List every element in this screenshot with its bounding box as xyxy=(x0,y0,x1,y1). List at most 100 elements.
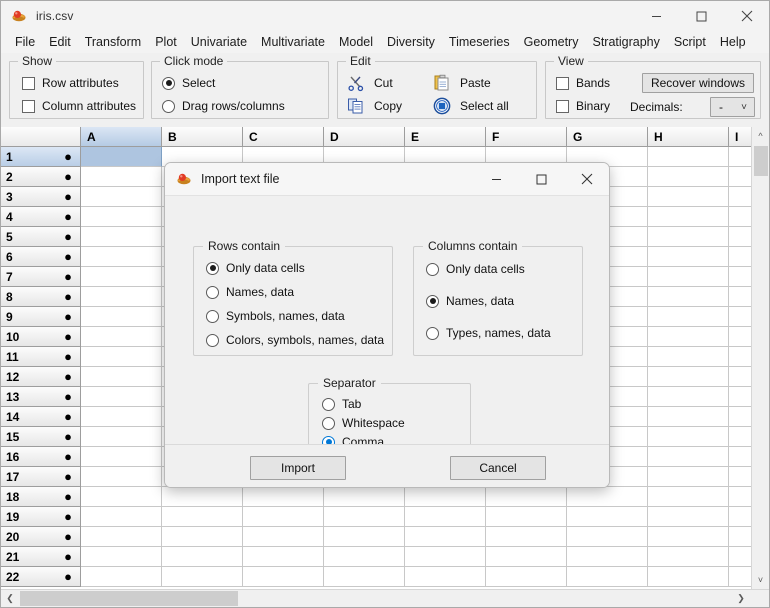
radio-icon[interactable] xyxy=(206,309,219,323)
menu-model[interactable]: Model xyxy=(332,33,380,51)
menu-edit[interactable]: Edit xyxy=(42,33,78,51)
grid-cell[interactable] xyxy=(81,347,162,367)
grid-cell[interactable] xyxy=(162,547,243,567)
grid-cell[interactable] xyxy=(729,287,751,307)
table-row[interactable]: 22 ● xyxy=(1,567,751,587)
grid-cell[interactable] xyxy=(648,547,729,567)
grid-cell[interactable] xyxy=(243,527,324,547)
vertical-scrollbar[interactable]: ^ ˅ xyxy=(751,127,769,589)
grid-cell[interactable] xyxy=(81,547,162,567)
menu-univariate[interactable]: Univariate xyxy=(184,33,254,51)
grid-cell[interactable] xyxy=(162,567,243,587)
import-button[interactable]: Import xyxy=(250,456,346,480)
row-header[interactable]: 11 ● xyxy=(1,347,81,367)
column-header-h[interactable]: H xyxy=(648,127,729,147)
grid-cell[interactable] xyxy=(567,487,648,507)
grid-cell[interactable] xyxy=(486,487,567,507)
vertical-scroll-thumb[interactable] xyxy=(753,146,768,176)
row-header[interactable]: 8 ● xyxy=(1,287,81,307)
row-header[interactable]: 13 ● xyxy=(1,387,81,407)
radio-icon[interactable] xyxy=(206,285,219,299)
grid-cell[interactable] xyxy=(648,347,729,367)
grid-cell[interactable] xyxy=(648,367,729,387)
grid-cell[interactable] xyxy=(729,367,751,387)
grid-cell[interactable] xyxy=(648,267,729,287)
radio-icon[interactable] xyxy=(426,326,439,340)
grid-cell[interactable] xyxy=(729,227,751,247)
menu-diversity[interactable]: Diversity xyxy=(380,33,442,51)
menu-multivariate[interactable]: Multivariate xyxy=(254,33,332,51)
minimize-icon[interactable] xyxy=(474,163,519,195)
radio-icon[interactable] xyxy=(206,261,219,275)
recover-windows-button[interactable]: Recover windows xyxy=(642,73,754,93)
button-copy[interactable]: Copy xyxy=(347,97,402,115)
grid-cell[interactable] xyxy=(729,487,751,507)
radio-rows-symbols-names-data[interactable]: Symbols, names, data xyxy=(206,309,345,323)
grid-cell[interactable] xyxy=(648,467,729,487)
grid-cell[interactable] xyxy=(648,207,729,227)
checkbox-binary[interactable]: Binary xyxy=(556,99,610,113)
grid-cell[interactable] xyxy=(81,267,162,287)
radio-rows-only-data-cells[interactable]: Only data cells xyxy=(206,261,305,275)
decimals-dropdown[interactable]: - ˅ xyxy=(710,97,755,117)
table-row[interactable]: 19 ● xyxy=(1,507,751,527)
grid-cell[interactable] xyxy=(729,527,751,547)
row-header[interactable]: 6 ● xyxy=(1,247,81,267)
menu-stratigraphy[interactable]: Stratigraphy xyxy=(585,33,666,51)
grid-cell[interactable] xyxy=(648,327,729,347)
grid-cell[interactable] xyxy=(81,207,162,227)
grid-cell[interactable] xyxy=(81,247,162,267)
radio-icon[interactable] xyxy=(426,262,439,276)
row-header[interactable]: 10 ● xyxy=(1,327,81,347)
grid-cell[interactable] xyxy=(81,167,162,187)
checkbox-icon[interactable] xyxy=(22,99,35,113)
maximize-icon[interactable] xyxy=(519,163,564,195)
grid-cell[interactable] xyxy=(405,507,486,527)
horizontal-scroll-thumb[interactable] xyxy=(20,591,238,606)
menu-script[interactable]: Script xyxy=(667,33,713,51)
horizontal-scrollbar[interactable]: ❮ ❯ xyxy=(1,589,769,607)
grid-cell[interactable] xyxy=(648,167,729,187)
row-header[interactable]: 20 ● xyxy=(1,527,81,547)
grid-cell[interactable] xyxy=(324,567,405,587)
grid-cell[interactable] xyxy=(81,367,162,387)
grid-cell[interactable] xyxy=(81,387,162,407)
grid-cell[interactable] xyxy=(648,227,729,247)
grid-cell[interactable] xyxy=(648,447,729,467)
row-header[interactable]: 19 ● xyxy=(1,507,81,527)
row-header[interactable]: 12 ● xyxy=(1,367,81,387)
grid-cell[interactable] xyxy=(324,527,405,547)
radio-rows-colors-symbols-names-data[interactable]: Colors, symbols, names, data xyxy=(206,333,384,347)
grid-cell[interactable] xyxy=(729,467,751,487)
grid-cell[interactable] xyxy=(243,547,324,567)
menu-file[interactable]: File xyxy=(8,33,42,51)
checkbox-icon[interactable] xyxy=(556,76,569,90)
grid-cell[interactable] xyxy=(729,567,751,587)
grid-cell[interactable] xyxy=(729,347,751,367)
grid-cell[interactable] xyxy=(729,387,751,407)
grid-cell[interactable] xyxy=(729,167,751,187)
radio-icon[interactable] xyxy=(162,99,175,113)
menu-transform[interactable]: Transform xyxy=(78,33,149,51)
column-header-d[interactable]: D xyxy=(324,127,405,147)
scroll-up-icon[interactable]: ^ xyxy=(752,127,770,145)
grid-cell[interactable] xyxy=(648,187,729,207)
grid-corner-cell[interactable] xyxy=(1,127,81,147)
column-header-a[interactable]: A xyxy=(81,127,162,147)
menu-timeseries[interactable]: Timeseries xyxy=(442,33,517,51)
checkbox-column-attributes[interactable]: Column attributes xyxy=(22,99,136,113)
grid-cell[interactable] xyxy=(729,207,751,227)
grid-cell[interactable] xyxy=(729,407,751,427)
grid-cell[interactable] xyxy=(648,427,729,447)
grid-cell[interactable] xyxy=(729,187,751,207)
grid-cell[interactable] xyxy=(729,327,751,347)
grid-cell[interactable] xyxy=(729,547,751,567)
grid-cell[interactable] xyxy=(81,507,162,527)
grid-cell[interactable] xyxy=(648,487,729,507)
row-header[interactable]: 22 ● xyxy=(1,567,81,587)
grid-cell[interactable] xyxy=(567,507,648,527)
column-header-f[interactable]: F xyxy=(486,127,567,147)
radio-icon[interactable] xyxy=(426,294,439,308)
grid-cell[interactable] xyxy=(81,467,162,487)
checkbox-icon[interactable] xyxy=(22,76,35,90)
